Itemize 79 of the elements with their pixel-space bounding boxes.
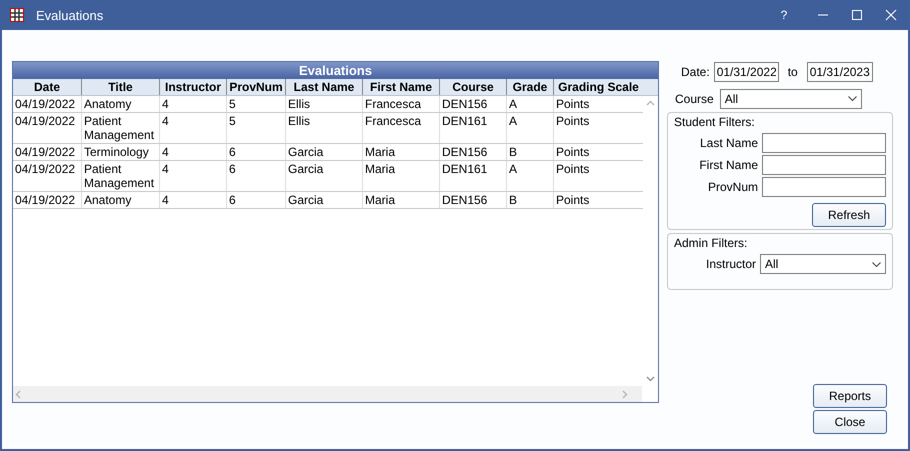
table-cell: 6 [229, 162, 236, 176]
table-cell: 4 [162, 97, 169, 111]
column-header[interactable]: Grading Scale [553, 79, 643, 95]
table-cell: A [509, 162, 518, 176]
table-cell: Maria [365, 162, 396, 176]
group-title: Student Filters: [674, 115, 755, 129]
instructor-dropdown[interactable]: All [760, 254, 886, 274]
table-cell: Garcia [288, 162, 324, 176]
table-cell: 04/19/2022 [15, 97, 76, 111]
table-cell: 6 [229, 193, 236, 207]
column-header[interactable]: First Name [362, 79, 439, 95]
field-label: Last Name [700, 136, 758, 150]
table-cell: Terminology [84, 145, 149, 159]
table-cell: 4 [162, 193, 169, 207]
table-cell: Patient Management [84, 114, 154, 142]
table-cell: Garcia [288, 193, 324, 207]
table-cell: Garcia [288, 145, 324, 159]
table-cell: Points [556, 114, 590, 128]
table-cell: 04/19/2022 [15, 193, 76, 207]
table-cell: B [509, 193, 518, 207]
help-button[interactable]: ? [762, 8, 806, 22]
table-cell: Patient Management [84, 162, 154, 190]
column-header[interactable]: Title [81, 79, 159, 95]
group-title: Admin Filters: [674, 236, 748, 250]
window-title: Evaluations [36, 8, 104, 22]
table-cell: Maria [365, 145, 396, 159]
table-cell: B [509, 145, 518, 159]
course-label: Course [675, 92, 714, 106]
table-cell: DEN161 [442, 114, 488, 128]
instructor-label: Instructor [706, 257, 756, 271]
table-cell: DEN156 [442, 145, 488, 159]
table-cell: Points [556, 145, 590, 159]
grid-icon [10, 8, 24, 22]
dialog-button[interactable]: Reports [813, 384, 887, 408]
table-cell: 04/19/2022 [15, 162, 76, 176]
column-header[interactable]: Instructor [159, 79, 226, 95]
table-cell: Maria [365, 193, 396, 207]
grid-title: Evaluations [13, 62, 658, 79]
close-icon[interactable] [885, 9, 897, 21]
table-cell: 4 [162, 162, 169, 176]
table-cell: Points [556, 162, 590, 176]
table-cell: DEN156 [442, 97, 488, 111]
table-cell: A [509, 114, 518, 128]
table-cell: Anatomy [84, 97, 132, 111]
table-cell: DEN161 [442, 162, 488, 176]
column-header[interactable]: Course [439, 79, 506, 95]
table-cell: 5 [229, 114, 236, 128]
refresh-button[interactable]: Refresh [812, 203, 886, 227]
column-header[interactable]: Grade [506, 79, 553, 95]
date-label: Date: [681, 64, 710, 78]
table-cell: Francesca [365, 114, 422, 128]
date-to-field[interactable]: 01/31/2023 [806, 62, 873, 82]
table-cell: 5 [229, 97, 236, 111]
to-label: to [788, 64, 798, 78]
dialog-button[interactable]: Close [813, 410, 887, 434]
table-cell: Points [556, 193, 590, 207]
course-dropdown[interactable]: All [720, 88, 862, 108]
table-cell: 4 [162, 114, 169, 128]
table-cell: A [509, 97, 518, 111]
column-header[interactable]: Date [13, 79, 81, 95]
table-cell: Ellis [288, 97, 310, 111]
maximize-icon[interactable] [851, 9, 863, 21]
table-cell: Points [556, 97, 590, 111]
column-header[interactable]: Last Name [285, 79, 362, 95]
input-field[interactable] [762, 177, 886, 197]
table-cell: 6 [229, 145, 236, 159]
table-cell: 04/19/2022 [15, 114, 76, 128]
scroll-down-icon[interactable] [646, 376, 655, 382]
table-cell: 4 [162, 145, 169, 159]
table-cell: Ellis [288, 114, 310, 128]
table-cell: Anatomy [84, 193, 132, 207]
field-label: ProvNum [708, 180, 758, 194]
input-field[interactable] [762, 155, 886, 175]
table-cell: DEN156 [442, 193, 488, 207]
table-cell: Francesca [365, 97, 422, 111]
field-label: First Name [699, 158, 758, 172]
input-field[interactable] [762, 133, 886, 153]
column-header[interactable]: ProvNum [226, 79, 285, 95]
table-cell: 04/19/2022 [15, 145, 76, 159]
